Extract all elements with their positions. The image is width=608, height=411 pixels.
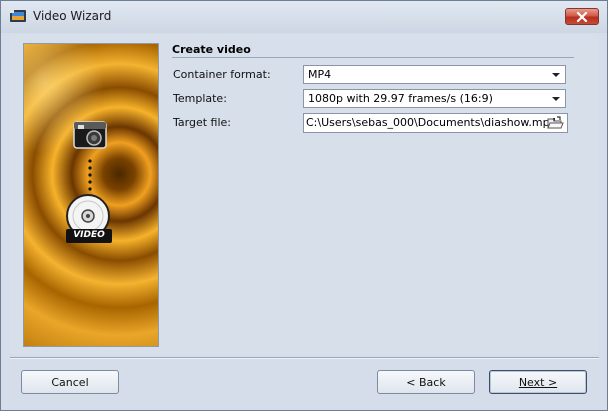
template-select[interactable]: 1080p with 29.97 frames/s (16:9) — [303, 89, 566, 108]
section-title: Create video — [172, 43, 251, 56]
cancel-button-label: Cancel — [51, 375, 89, 389]
template-value: 1080p with 29.97 frames/s (16:9) — [308, 92, 493, 105]
title-bar[interactable]: Video Wizard — [1, 1, 607, 33]
back-button[interactable]: < Back — [377, 370, 475, 394]
video-wizard-app-icon — [10, 10, 26, 22]
connector-dots — [88, 159, 92, 198]
chevron-down-icon — [552, 73, 560, 77]
video-wizard-window: Video Wizard VIDEO Create video Containe… — [0, 0, 608, 411]
wizard-content: VIDEO Create video Container format: MP4… — [10, 34, 599, 354]
container-format-select[interactable]: MP4 — [303, 65, 566, 84]
section-divider — [172, 57, 574, 58]
close-icon — [576, 11, 588, 22]
open-folder-icon[interactable] — [547, 116, 564, 130]
back-button-label: < Back — [406, 375, 446, 389]
container-format-label: Container format: — [173, 68, 271, 81]
cancel-button[interactable]: Cancel — [21, 370, 119, 394]
next-button-label: Next > — [518, 375, 558, 389]
template-label: Template: — [173, 92, 227, 105]
window-title: Video Wizard — [33, 9, 112, 23]
camera-icon — [73, 121, 107, 149]
close-button[interactable] — [565, 8, 599, 25]
container-format-value: MP4 — [308, 68, 332, 81]
target-file-label: Target file: — [173, 116, 231, 129]
banner-artwork — [66, 121, 112, 243]
target-file-value: C:\Users\sebas_000\Documents\diashow.mp4 — [306, 116, 557, 129]
next-button[interactable]: Next > — [489, 370, 587, 394]
chevron-down-icon — [552, 97, 560, 101]
wizard-banner-image: VIDEO — [23, 43, 159, 347]
video-badge: VIDEO — [73, 230, 105, 240]
target-file-field[interactable]: C:\Users\sebas_000\Documents\diashow.mp4 — [303, 113, 568, 133]
footer-separator — [10, 357, 599, 359]
